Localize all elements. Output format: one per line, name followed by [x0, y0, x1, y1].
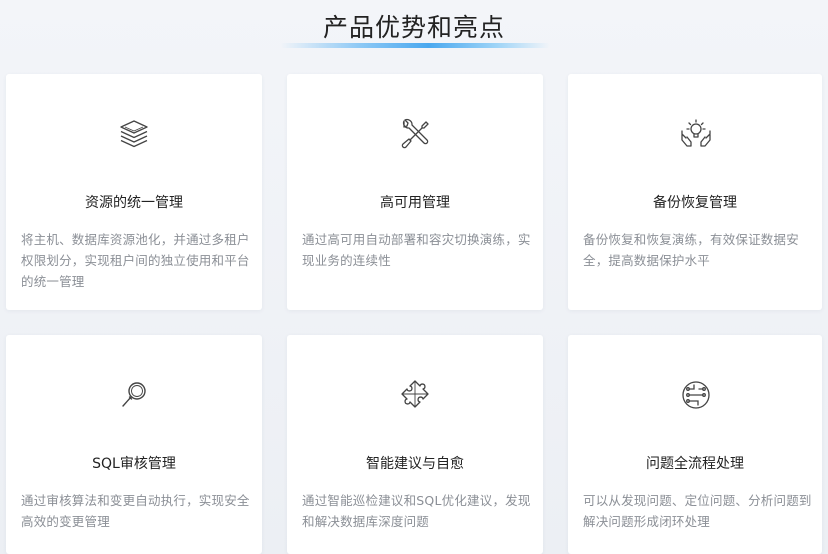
- card-description: 将主机、数据库资源池化，并通过多租户权限划分，实现租户间的独立使用和平台的统一管…: [21, 232, 250, 289]
- card-high-availability[interactable]: 高可用管理 通过高可用自动部署和容灾切换演练，实现业务的连续性: [287, 74, 543, 310]
- circuit-icon: [678, 377, 714, 413]
- card-title: SQL审核管理: [92, 456, 176, 472]
- card-title: 智能建议与自愈: [366, 456, 464, 472]
- card-description: 通过高可用自动部署和容灾切换演练，实现业务的连续性: [302, 232, 531, 268]
- card-description: 通过智能巡检建议和SQL优化建议，发现和解决数据库深度问题: [302, 493, 531, 529]
- card-title: 高可用管理: [380, 195, 450, 211]
- card-sql-audit[interactable]: SQL审核管理 通过审核算法和变更自动执行，实现安全高效的变更管理: [6, 335, 262, 554]
- card-title: 资源的统一管理: [85, 195, 183, 211]
- title-underline: [280, 43, 550, 48]
- card-description: 可以从发现问题、定位问题、分析问题到解决问题形成闭环处理: [583, 493, 812, 529]
- magnifier-icon: [116, 377, 152, 413]
- wrench-screwdriver-icon: [397, 116, 433, 152]
- card-smart-suggestion[interactable]: 智能建议与自愈 通过智能巡检建议和SQL优化建议，发现和解决数据库深度问题: [287, 335, 543, 554]
- card-title: 备份恢复管理: [653, 195, 737, 211]
- card-description: 备份恢复和恢复演练，有效保证数据安全，提高数据保护水平: [583, 232, 799, 268]
- card-backup-recovery[interactable]: 备份恢复管理 备份恢复和恢复演练，有效保证数据安全，提高数据保护水平: [568, 74, 822, 310]
- product-advantages-section: 产品优势和亮点 资源的统一管理 将主机、数据库资源池化，并通过多租户权限划分，实…: [0, 0, 828, 554]
- card-title: 问题全流程处理: [646, 456, 744, 472]
- card-description: 通过审核算法和变更自动执行，实现安全高效的变更管理: [21, 493, 250, 529]
- section-title: 产品优势和亮点: [322, 13, 505, 42]
- layers-icon: [116, 116, 152, 152]
- card-issue-process[interactable]: 问题全流程处理 可以从发现问题、定位问题、分析问题到解决问题形成闭环处理: [568, 335, 822, 554]
- card-resource-management[interactable]: 资源的统一管理 将主机、数据库资源池化，并通过多租户权限划分，实现租户间的独立使…: [6, 74, 262, 310]
- lightbulb-hands-icon: [678, 116, 714, 152]
- puzzle-icon: [397, 377, 433, 413]
